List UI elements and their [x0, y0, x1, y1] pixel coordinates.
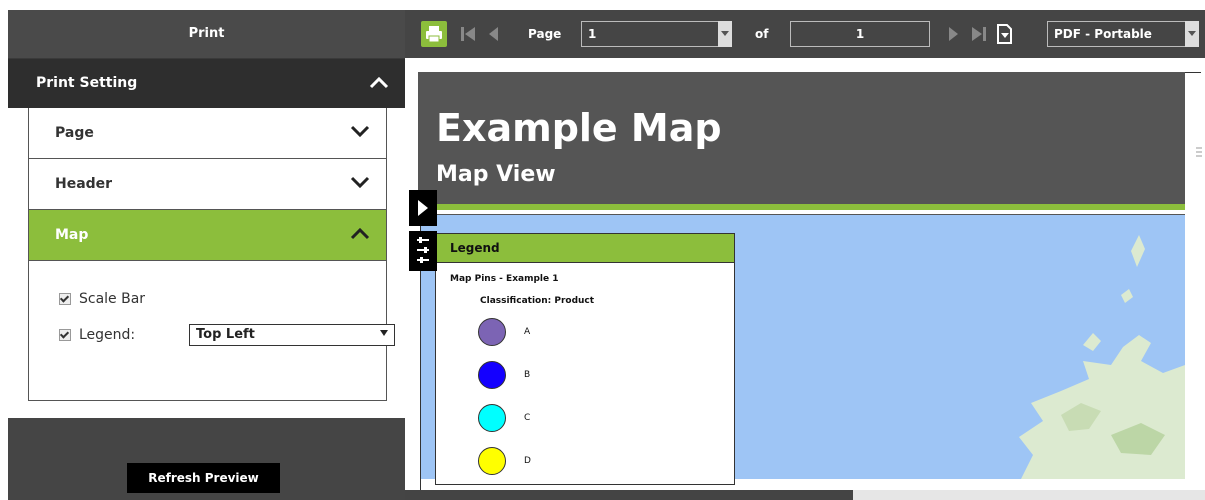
legend-checkbox[interactable] [59, 329, 71, 341]
legend-dot-a [478, 318, 506, 346]
legend-label-a: A [524, 327, 531, 337]
legend-dot-d [478, 447, 506, 475]
print-setting-label: Print Setting [36, 75, 138, 91]
page-dropdown-arrow-icon[interactable] [718, 21, 732, 47]
section-header-label: Header [55, 176, 113, 192]
settings-accordion: Page Header Map Scale Bar Legend: Top Le… [28, 108, 395, 401]
format-select[interactable]: PDF - Portable [1047, 21, 1187, 47]
print-preview: Example Map Map View Legend Map Pins - E… [405, 58, 1205, 500]
print-button[interactable] [421, 21, 447, 47]
legend-heading: Legend [436, 234, 734, 263]
legend-layer-title: Map Pins - Example 1 [450, 274, 559, 284]
section-map[interactable]: Map [29, 210, 386, 261]
legend-classification: Classification: Product [480, 296, 595, 306]
next-page-icon[interactable] [940, 21, 966, 47]
map-view: Legend Map Pins - Example 1 Classificati… [421, 214, 1185, 485]
legend-dot-c [478, 404, 506, 432]
scale-bar-label: Scale Bar [79, 291, 146, 307]
horizontal-scrollbar-thumb[interactable] [405, 490, 853, 500]
preview-toolbar: Page 1 of 1 PDF - Portable [405, 10, 1205, 58]
map-subtitle: Map View [436, 162, 556, 187]
section-page-label: Page [55, 125, 94, 141]
header-accent-stripe [418, 204, 1185, 210]
section-header[interactable]: Header [29, 159, 386, 210]
legend-position-select[interactable]: Top Left [189, 324, 395, 346]
export-icon[interactable] [992, 21, 1018, 47]
panel-title: Print [8, 10, 405, 59]
section-page[interactable]: Page [29, 108, 386, 159]
legend-label-d: D [524, 456, 531, 466]
page-label: Page [528, 27, 562, 41]
settings-toggle[interactable] [409, 231, 437, 271]
collapse-panel-toggle[interactable] [409, 190, 437, 226]
print-panel: Print Print Setting Page Header Map Scal… [8, 10, 405, 500]
legend-label: Legend: [79, 327, 136, 343]
legend-panel: Legend Map Pins - Example 1 Classificati… [435, 233, 735, 485]
print-setting-header[interactable]: Print Setting [8, 59, 405, 109]
format-dropdown-arrow-icon[interactable] [1185, 21, 1199, 47]
first-page-icon[interactable] [455, 21, 481, 47]
page-number-input[interactable]: 1 [581, 21, 731, 47]
settings-body: Page Header Map Scale Bar Legend: Top Le… [8, 108, 405, 418]
legend-option: Legend: Top Left [59, 324, 399, 346]
horizontal-scrollbar-track[interactable] [853, 490, 1205, 500]
legend-label-c: C [524, 413, 531, 423]
refresh-preview-button[interactable]: Refresh Preview [127, 463, 280, 493]
sliders-icon [417, 237, 429, 263]
last-page-icon[interactable] [966, 21, 992, 47]
printer-icon [426, 26, 442, 43]
map-title: Example Map [436, 106, 722, 150]
prev-page-icon[interactable] [481, 21, 507, 47]
scale-bar-checkbox[interactable] [59, 293, 71, 305]
scroll-grip-icon[interactable] [1196, 145, 1202, 159]
total-pages-field: 1 [790, 21, 930, 47]
scale-bar-option: Scale Bar [59, 291, 145, 307]
chevron-up-icon [369, 76, 389, 89]
legend-label-b: B [524, 370, 531, 380]
legend-position-value: Top Left [196, 327, 255, 342]
of-label: of [755, 27, 769, 41]
chevron-down-icon [350, 125, 370, 138]
legend-dot-b [478, 361, 506, 389]
chevron-up-icon [350, 227, 370, 240]
section-map-label: Map [55, 227, 89, 243]
map-header: Example Map Map View [418, 72, 1185, 204]
dropdown-arrow-icon [380, 330, 388, 336]
chevron-down-icon [350, 176, 370, 189]
